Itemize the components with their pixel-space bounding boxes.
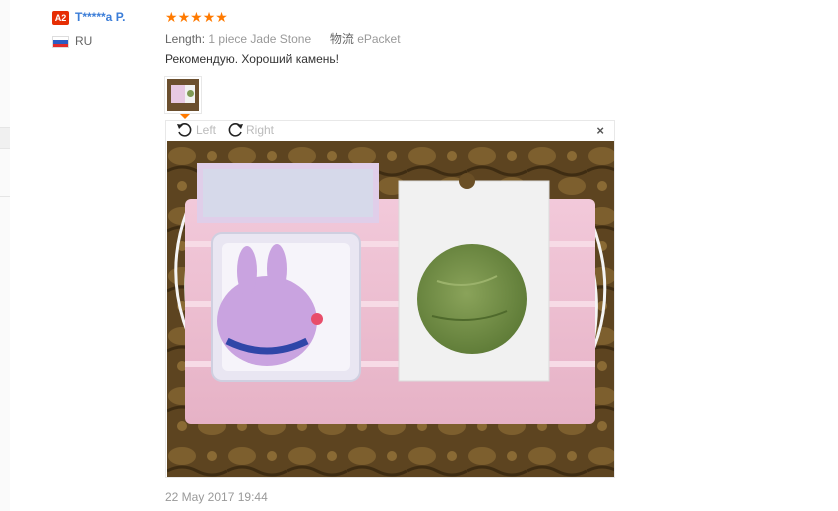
left-column-divider <box>0 127 10 149</box>
star-icon: ★ <box>202 9 216 25</box>
reviewer-country: RU <box>75 34 93 48</box>
review-photo-image <box>167 141 614 477</box>
rotate-left-icon <box>177 123 192 137</box>
shipping-label: 物流 <box>329 32 354 46</box>
level-badge: A2 <box>52 11 69 25</box>
russia-flag-icon <box>52 36 69 48</box>
review-photo-thumbnail[interactable] <box>164 76 202 114</box>
left-column-edge <box>0 0 10 511</box>
review-text: Рекомендую. Хороший камень! <box>165 52 340 66</box>
close-icon[interactable]: × <box>596 123 604 138</box>
length-label: Length: <box>165 32 206 46</box>
review-photo <box>167 141 614 477</box>
rotate-left-label: Left <box>196 123 217 137</box>
rotate-right-icon <box>228 123 243 137</box>
left-column-divider <box>0 196 10 197</box>
shipping-value: ePacket <box>357 32 401 46</box>
star-icon: ★ <box>190 9 203 25</box>
review-meta: Length: 1 piece Jade Stone 物流 ePacket <box>165 30 401 47</box>
rotate-left-button[interactable]: Left <box>176 122 216 138</box>
reviewer-name[interactable]: T*****a P. <box>75 10 125 24</box>
photo-viewer-toolbar: Left Right × <box>166 121 614 141</box>
star-icon: ★ <box>177 9 191 25</box>
star-icon: ★ <box>215 9 228 25</box>
thumbnail-selected-indicator <box>180 114 190 119</box>
rotate-right-label: Right <box>246 123 275 137</box>
star-rating: ★ ★ ★ ★ ★ <box>165 9 228 25</box>
photo-viewer: Left Right × <box>165 120 615 478</box>
rotate-right-button[interactable]: Right <box>226 122 274 138</box>
star-icon: ★ <box>165 9 178 25</box>
review-date: 22 May 2017 19:44 <box>165 490 268 504</box>
length-value: 1 piece Jade Stone <box>208 32 312 46</box>
